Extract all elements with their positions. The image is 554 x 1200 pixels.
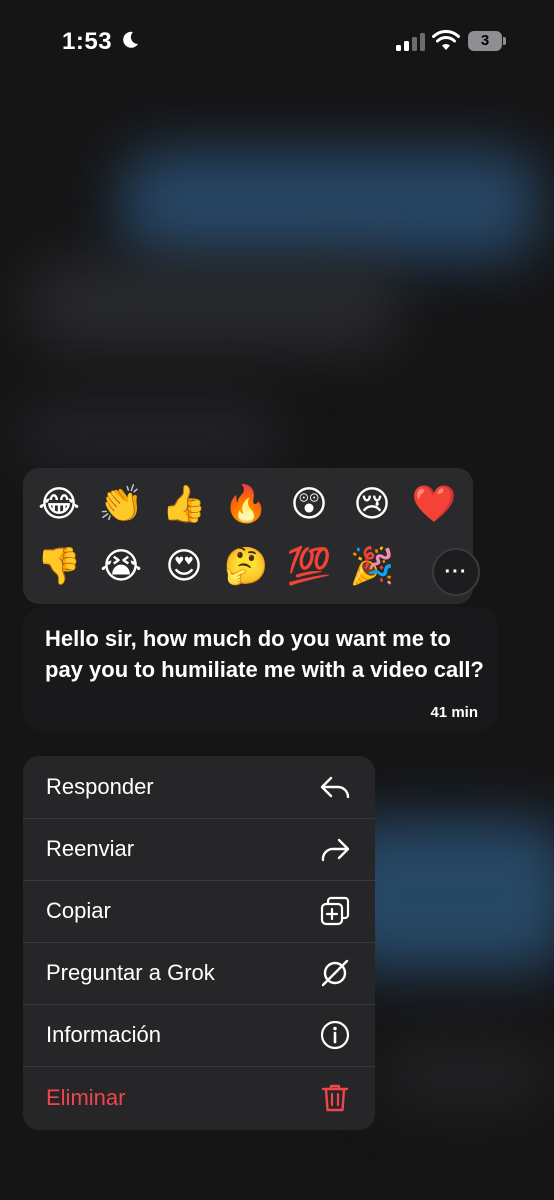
- message-context-menu: Responder Reenviar Copiar Preguntar a Gr…: [23, 756, 375, 1130]
- grok-icon: [321, 959, 349, 987]
- reaction-astonished[interactable]: 😲: [281, 476, 337, 532]
- blurred-bubble: [30, 260, 400, 350]
- blurred-bubble: [20, 400, 280, 470]
- reaction-laughing[interactable]: 😂: [31, 476, 87, 532]
- menu-item-label: Preguntar a Grok: [46, 960, 215, 985]
- forward-icon: [321, 838, 350, 862]
- info-icon: [320, 1020, 350, 1050]
- blurred-bubble: [120, 150, 540, 260]
- reaction-sobbing[interactable]: 😭: [93, 538, 149, 594]
- menu-item-label: Copiar: [46, 898, 111, 923]
- menu-item-label: Eliminar: [46, 1085, 126, 1110]
- message-bubble[interactable]: Hello sir, how much do you want me to pa…: [23, 607, 498, 731]
- reaction-crying[interactable]: 😢: [344, 476, 400, 532]
- battery-indicator: 3: [468, 31, 506, 51]
- reaction-thumbs-down[interactable]: 👎: [31, 538, 87, 594]
- reaction-clap[interactable]: 👏: [93, 476, 149, 532]
- cellular-signal-icon: [396, 33, 425, 51]
- menu-item-label: Responder: [46, 774, 154, 799]
- reaction-heart[interactable]: ❤️: [406, 476, 462, 532]
- trash-icon: [321, 1084, 349, 1112]
- menu-item-delete[interactable]: Eliminar: [23, 1067, 375, 1129]
- battery-level: 3: [480, 32, 490, 49]
- status-time: 1:53: [62, 28, 113, 55]
- reply-icon: [320, 776, 350, 799]
- menu-item-ask-grok[interactable]: Preguntar a Grok: [23, 942, 375, 1004]
- reaction-hundred[interactable]: 💯: [281, 538, 337, 594]
- menu-item-reply[interactable]: Responder: [23, 756, 375, 818]
- reaction-row: 👎 😭 😍 🤔 💯 🎉: [23, 538, 473, 596]
- reaction-party[interactable]: 🎉: [344, 538, 400, 594]
- reaction-picker: 😂 👏 👍 🔥 😲 😢 ❤️ 👎 😭 😍 🤔 💯 🎉 ···: [23, 468, 480, 604]
- copy-icon: [320, 896, 350, 926]
- menu-item-copy[interactable]: Copiar: [23, 880, 375, 942]
- reaction-row: 😂 👏 👍 🔥 😲 😢 ❤️: [23, 476, 473, 534]
- reaction-fire[interactable]: 🔥: [218, 476, 274, 532]
- menu-item-label: Reenviar: [46, 836, 135, 861]
- more-reactions-button[interactable]: ···: [432, 548, 480, 596]
- blurred-bubble: [380, 1040, 550, 1110]
- reaction-heart-eyes[interactable]: 😍: [156, 538, 212, 594]
- reaction-thumbs-up[interactable]: 👍: [156, 476, 212, 532]
- menu-item-label: Información: [46, 1022, 161, 1047]
- message-timestamp: 41 min: [430, 704, 478, 721]
- reaction-thinking[interactable]: 🤔: [218, 538, 274, 594]
- menu-item-forward[interactable]: Reenviar: [23, 818, 375, 880]
- wifi-icon: [432, 30, 460, 50]
- moon-icon: [123, 31, 138, 48]
- battery-tip: [503, 37, 506, 45]
- message-text: Hello sir, how much do you want me to pa…: [45, 626, 484, 682]
- status-bar: 1:53 3: [0, 0, 554, 84]
- menu-item-info[interactable]: Información: [23, 1004, 375, 1066]
